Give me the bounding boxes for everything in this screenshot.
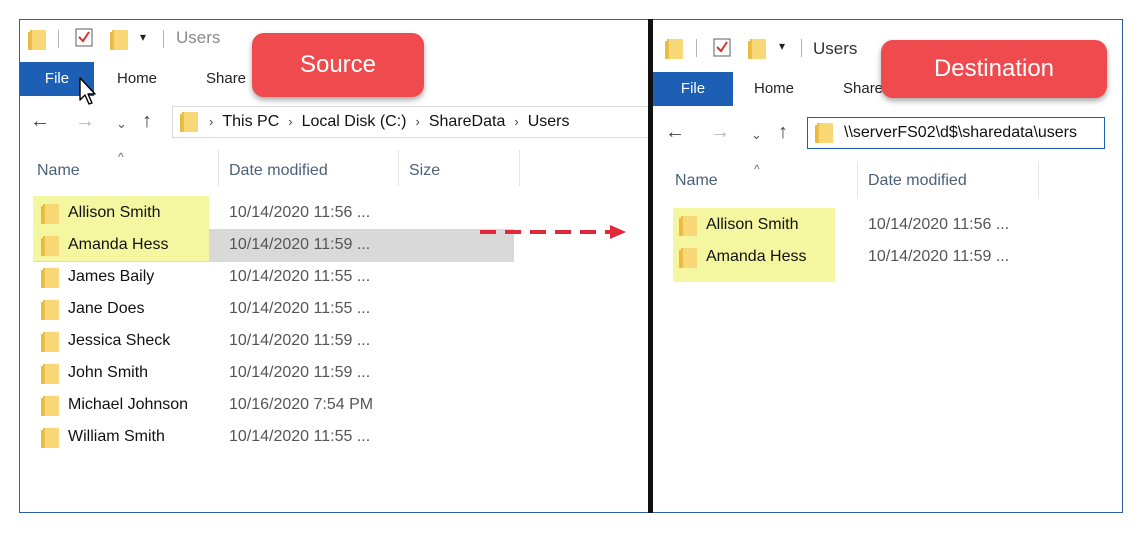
up-arrow-icon[interactable]: ↑ bbox=[142, 110, 152, 133]
back-arrow-icon[interactable]: ← bbox=[30, 110, 50, 133]
file-date: 10/16/2020 7:54 PM bbox=[229, 396, 374, 413]
forward-arrow-icon[interactable]: → bbox=[710, 121, 730, 144]
back-arrow-icon[interactable]: ← bbox=[665, 121, 685, 144]
customize-toolbar-icon[interactable]: ▾ bbox=[140, 30, 146, 44]
address-path[interactable]: \\serverFS02\d$\sharedata\users bbox=[844, 124, 1077, 142]
window-title: Users bbox=[813, 39, 858, 58]
file-date: 10/14/2020 11:59 ... bbox=[229, 364, 371, 381]
folder-icon bbox=[40, 331, 60, 353]
sort-up-icon: ^ bbox=[118, 150, 124, 164]
file-date: 10/14/2020 11:59 ... bbox=[868, 248, 1010, 265]
file-name: Amanda Hess bbox=[706, 248, 807, 265]
home-tab[interactable]: Home bbox=[117, 62, 157, 96]
dashed-arrow-icon bbox=[480, 225, 626, 239]
column-headers: ^ Name Date modified bbox=[653, 162, 1122, 202]
folder-icon bbox=[40, 363, 60, 385]
file-date: 10/14/2020 11:59 ... bbox=[229, 332, 371, 349]
folder-icon bbox=[40, 299, 60, 321]
list-item[interactable]: James Baily 10/14/2020 11:55 ... bbox=[20, 262, 648, 294]
file-name: James Baily bbox=[68, 268, 155, 285]
home-tab[interactable]: Home bbox=[754, 72, 794, 106]
column-date-modified[interactable]: Date modified bbox=[868, 172, 967, 190]
navigation-bar: ← → ⌄ ↑ › This PC › Local Disk (C:) › ShareDa… bbox=[20, 106, 648, 140]
column-separator[interactable] bbox=[1038, 162, 1039, 198]
column-name[interactable]: Name bbox=[675, 172, 718, 190]
properties-icon[interactable] bbox=[713, 37, 731, 57]
list-item[interactable]: John Smith 10/14/2020 11:59 ... bbox=[20, 358, 648, 390]
column-separator[interactable] bbox=[398, 150, 399, 186]
chevron-right-icon: › bbox=[209, 114, 214, 129]
navigation-bar: ← → ⌄ ↑ \\serverFS02\d$\sharedata\users bbox=[653, 117, 1122, 151]
recent-locations-chevron-icon[interactable]: ⌄ bbox=[751, 127, 762, 143]
list-item[interactable]: Amanda Hess 10/14/2020 11:59 ... bbox=[653, 242, 1122, 274]
folder-icon bbox=[814, 122, 834, 144]
column-separator[interactable] bbox=[857, 162, 858, 198]
folder-icon bbox=[40, 427, 60, 449]
file-date: 10/14/2020 11:56 ... bbox=[868, 216, 1010, 233]
folder-icon bbox=[179, 111, 199, 133]
file-date: 10/14/2020 11:55 ... bbox=[229, 300, 371, 317]
list-item[interactable]: Allison Smith 10/14/2020 11:56 ... bbox=[653, 210, 1122, 242]
source-callout: Source bbox=[252, 33, 424, 97]
folder-icon[interactable] bbox=[664, 38, 684, 60]
breadcrumb-item[interactable]: Users bbox=[528, 113, 570, 130]
breadcrumb-item[interactable]: ShareData bbox=[429, 113, 506, 130]
destination-callout: Destination bbox=[881, 40, 1107, 98]
sort-up-icon: ^ bbox=[754, 162, 760, 176]
folder-icon bbox=[40, 267, 60, 289]
folder-icon bbox=[40, 395, 60, 417]
list-item[interactable]: Jessica Sheck 10/14/2020 11:59 ... bbox=[20, 326, 648, 358]
share-tab[interactable]: Share bbox=[206, 62, 246, 96]
file-name: Michael Johnson bbox=[68, 396, 189, 413]
folder-icon bbox=[40, 235, 60, 257]
file-name: Allison Smith bbox=[706, 216, 799, 233]
chevron-right-icon: › bbox=[288, 114, 293, 129]
recent-locations-chevron-icon[interactable]: ⌄ bbox=[116, 116, 127, 132]
file-date: 10/14/2020 11:55 ... bbox=[229, 268, 371, 285]
file-date: 10/14/2020 11:59 ... bbox=[229, 236, 371, 253]
new-folder-icon[interactable] bbox=[747, 38, 767, 60]
file-tab[interactable]: File bbox=[653, 72, 733, 106]
chevron-right-icon: › bbox=[415, 114, 420, 129]
folder-icon bbox=[678, 247, 698, 269]
share-tab[interactable]: Share bbox=[843, 72, 883, 106]
new-folder-icon[interactable] bbox=[109, 29, 129, 51]
list-item[interactable]: Jane Does 10/14/2020 11:55 ... bbox=[20, 294, 648, 326]
address-bar[interactable]: › This PC › Local Disk (C:) › ShareData › Users bbox=[172, 106, 648, 138]
file-name: William Smith bbox=[68, 428, 165, 445]
breadcrumb-item[interactable]: This PC bbox=[222, 113, 279, 130]
forward-arrow-icon[interactable]: → bbox=[75, 110, 95, 133]
toolbar-separator bbox=[801, 39, 802, 57]
customize-toolbar-icon[interactable]: ▾ bbox=[779, 39, 785, 53]
folder-icon bbox=[40, 203, 60, 225]
file-date: 10/14/2020 11:56 ... bbox=[229, 204, 371, 221]
toolbar-separator bbox=[696, 39, 697, 57]
column-separator[interactable] bbox=[218, 150, 219, 186]
up-arrow-icon[interactable]: ↑ bbox=[778, 121, 788, 144]
chevron-right-icon: › bbox=[514, 114, 519, 129]
toolbar-separator bbox=[58, 30, 59, 48]
column-size[interactable]: Size bbox=[409, 162, 440, 180]
toolbar-separator bbox=[163, 30, 164, 48]
file-name: Allison Smith bbox=[68, 204, 161, 221]
address-bar[interactable]: \\serverFS02\d$\sharedata\users bbox=[807, 117, 1105, 149]
file-name: Jessica Sheck bbox=[68, 332, 171, 349]
folder-icon bbox=[678, 215, 698, 237]
breadcrumb-item[interactable]: Local Disk (C:) bbox=[302, 113, 407, 130]
mouse-cursor-icon bbox=[79, 77, 96, 105]
column-date-modified[interactable]: Date modified bbox=[229, 162, 328, 180]
file-name: John Smith bbox=[68, 364, 149, 381]
column-name[interactable]: Name bbox=[37, 162, 80, 180]
properties-icon[interactable] bbox=[75, 27, 93, 47]
folder-icon[interactable] bbox=[27, 29, 47, 51]
column-separator[interactable] bbox=[519, 150, 520, 186]
file-date: 10/14/2020 11:55 ... bbox=[229, 428, 371, 445]
file-name: Amanda Hess bbox=[68, 236, 169, 253]
list-item[interactable]: William Smith 10/14/2020 11:55 ... bbox=[20, 422, 648, 454]
column-headers: ^ Name Date modified Size bbox=[20, 150, 648, 190]
list-item[interactable]: Michael Johnson 10/16/2020 7:54 PM bbox=[20, 390, 648, 422]
breadcrumb: › This PC › Local Disk (C:) › ShareData › Users bbox=[209, 113, 569, 131]
window-title: Users bbox=[176, 28, 221, 47]
file-name: Jane Does bbox=[68, 300, 145, 317]
